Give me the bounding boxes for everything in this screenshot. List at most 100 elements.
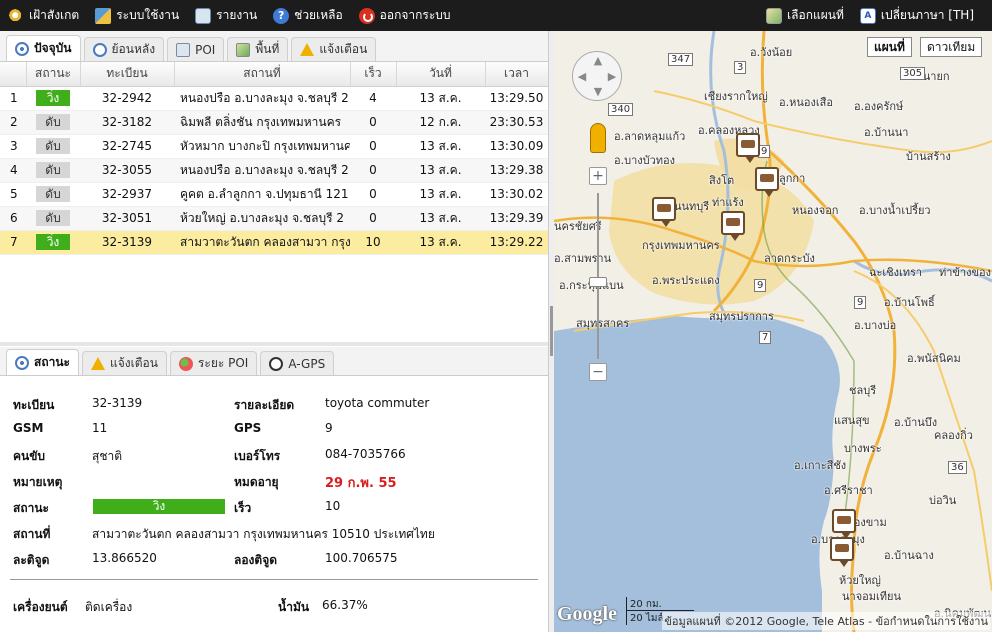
warning-icon	[90, 357, 105, 370]
road-number-shield: 347	[668, 53, 694, 66]
status-badge: ดับ	[36, 138, 70, 154]
menu-report-label: รายงาน	[216, 8, 258, 22]
zoom-in-button[interactable]: +	[589, 167, 607, 185]
zoom-slider-handle[interactable]	[589, 277, 607, 287]
status-badge: ดับ	[36, 114, 70, 130]
map-place-label: อ.บางบ่อ	[854, 319, 897, 332]
map-place-label: อ.บางบัวทอง	[614, 154, 676, 167]
zoom-slider-track[interactable]	[597, 193, 599, 359]
engine-value: ติดเครื่อง	[85, 600, 133, 614]
row-plate: 32-2942	[80, 86, 174, 111]
map-place-label: บ่อวิน	[929, 494, 957, 507]
table-row[interactable]: 3 ดับ 32-2745 หัวหมาก บางกะปิ กรุงเทพมหานค 0…	[0, 134, 548, 159]
map-place-label: ท่าแร้ง	[712, 196, 744, 209]
table-row[interactable]: 5 ดับ 32-2937 คูคต อ.ลำลูกกา จ.ปทุมธานี 121…	[0, 182, 548, 207]
zoom-out-button[interactable]: −	[589, 363, 607, 381]
map-type-map-button[interactable]: แผนที่	[867, 37, 912, 57]
col-header-speed[interactable]: เร็ว	[350, 62, 397, 87]
map-place-label: คลองกิ่ว	[934, 429, 973, 442]
map-place-label: สมุทรปราการ	[709, 310, 774, 323]
phone-value: 084-7035766	[325, 447, 406, 461]
map-icon	[766, 7, 783, 24]
vehicle-marker-selected[interactable]	[755, 167, 779, 197]
tab-detail-alerts[interactable]: แจ้งเตือน	[81, 351, 167, 375]
map-copyright[interactable]: ข้อมูลแผนที่ ©2012 Google, Tele Atlas - …	[662, 612, 990, 630]
phone-label: เบอร์โทร	[234, 449, 281, 463]
tab-alerts-label: แจ้งเตือน	[319, 42, 368, 56]
menu-system[interactable]: ระบบใช้งาน	[87, 0, 187, 31]
menu-help[interactable]: ? ช่วยเหลือ	[265, 0, 351, 31]
row-date: 13 ส.ค.	[396, 86, 485, 111]
map-type-satellite-button[interactable]: ดาวเทียม	[920, 37, 983, 57]
tab-history[interactable]: ย้อนหลัง	[83, 37, 165, 61]
vehicle-detail-panel: ทะเบียน 32-3139 รายละเอียด toyota commut…	[0, 376, 548, 632]
tab-alerts[interactable]: แจ้งเตือน	[291, 37, 377, 61]
report-icon	[195, 7, 212, 24]
map-place-label: แสนสุข	[834, 414, 870, 427]
map-place-label: อ.หนองเสือ	[779, 96, 833, 109]
pan-right-icon[interactable]: ▶	[605, 70, 619, 83]
menu-change-language[interactable]: A เปลี่ยนภาษา [TH]	[852, 0, 992, 31]
vehicle-marker[interactable]	[736, 133, 760, 163]
vehicle-marker[interactable]	[652, 197, 676, 227]
tab-status[interactable]: สถานะ	[6, 349, 79, 375]
map-place-label: อ.พนัสนิคม	[907, 352, 961, 365]
row-number: 2	[0, 110, 26, 135]
pan-down-icon[interactable]: ▼	[591, 85, 605, 98]
table-row[interactable]: 1 วิ่ง 32-2942 หนองปรือ อ.บางละมุง จ.ชลบุรี…	[0, 86, 548, 111]
place-label: สถานที่	[13, 527, 51, 541]
road-number-shield: 9	[754, 279, 767, 292]
table-row[interactable]: 2 ดับ 32-3182 ฉิมพลี ตลิ่งชัน กรุงเทพมหานคร…	[0, 110, 548, 135]
map-view[interactable]: อ.วังน้อย เชียงรากใหญ่ อ.หนองเสือ อ.องครักษ…	[554, 31, 992, 632]
menu-report[interactable]: รายงาน	[187, 0, 265, 31]
map-place-label: อ.องครักษ์	[854, 100, 904, 113]
row-number: 3	[0, 134, 26, 159]
col-header-plate[interactable]: ทะเบียน	[80, 62, 175, 87]
tab-history-label: ย้อนหลัง	[111, 42, 156, 56]
row-place: หนองปรือ อ.บางละมุง จ.ชลบุรี 2	[174, 158, 350, 183]
col-header-status[interactable]: สถานะ	[26, 62, 81, 87]
vehicle-marker[interactable]	[721, 211, 745, 241]
map-place-label: อ.บ้านนา	[864, 126, 909, 139]
status-label: สถานะ	[13, 501, 49, 515]
col-header-time[interactable]: เวลา	[485, 62, 549, 87]
street-view-pegman-icon[interactable]	[590, 123, 606, 153]
table-row[interactable]: 7 วิ่ง 32-3139 สามวาตะวันตก คลองสามวา กรุง 1…	[0, 230, 548, 255]
tab-current[interactable]: ปัจจุบัน	[6, 35, 81, 61]
row-speed: 0	[350, 110, 396, 135]
scale-km: 20 กม.	[626, 597, 694, 611]
col-header-place[interactable]: สถานที่	[174, 62, 351, 87]
tab-poi-distance[interactable]: ระยะ POI	[169, 351, 258, 375]
vehicle-marker[interactable]	[832, 509, 856, 539]
tab-poi[interactable]: POI	[167, 37, 225, 61]
status-badge: ดับ	[36, 186, 70, 202]
top-menu-bar: เฝ้าสังเกต ระบบใช้งาน รายงาน ? ช่วยเหลือ…	[0, 0, 992, 31]
speed-label: เร็ว	[234, 501, 252, 515]
poi-distance-icon	[178, 356, 193, 371]
map-place-label: อ.ศรีราชา	[824, 484, 873, 497]
latitude-label: ละติจูด	[13, 553, 50, 567]
menu-monitor[interactable]: เฝ้าสังเกต	[0, 0, 87, 31]
menu-select-map[interactable]: เลือกแผนที่	[758, 0, 852, 31]
language-icon: A	[859, 7, 876, 24]
table-row[interactable]: 4 ดับ 32-3055 หนองปรือ อ.บางละมุง จ.ชลบุรี …	[0, 158, 548, 183]
horizontal-splitter[interactable]	[0, 342, 548, 346]
tab-area[interactable]: พื้นที่	[227, 37, 289, 61]
speed-value: 10	[325, 499, 341, 513]
pan-control[interactable]: ▲ ▼ ◀ ▶	[572, 51, 622, 101]
table-header-row: สถานะ ทะเบียน สถานที่ เร็ว วันที่ เวลา	[0, 62, 549, 87]
road-number-shield: 3	[734, 61, 747, 74]
col-header-date[interactable]: วันที่	[396, 62, 486, 87]
vehicle-marker[interactable]	[830, 537, 854, 567]
row-plate: 32-2745	[80, 134, 174, 159]
pan-up-icon[interactable]: ▲	[591, 54, 605, 67]
table-row[interactable]: 6 ดับ 32-3051 ห้วยใหญ่ อ.บางละมุง จ.ชลบุรี …	[0, 206, 548, 231]
gps-value: 9	[325, 421, 333, 435]
tab-agps[interactable]: A-GPS	[260, 351, 335, 375]
menu-change-language-label: เปลี่ยนภาษา [TH]	[880, 8, 974, 22]
pan-left-icon[interactable]: ◀	[575, 70, 589, 83]
row-status: ดับ	[26, 110, 80, 135]
menu-logout[interactable]: ออกจากระบบ	[351, 0, 459, 31]
row-time: 13:29.22	[485, 230, 548, 255]
vehicle-tabs: ปัจจุบัน ย้อนหลัง POI พื้นที่ แจ้งเตือน	[0, 31, 548, 62]
